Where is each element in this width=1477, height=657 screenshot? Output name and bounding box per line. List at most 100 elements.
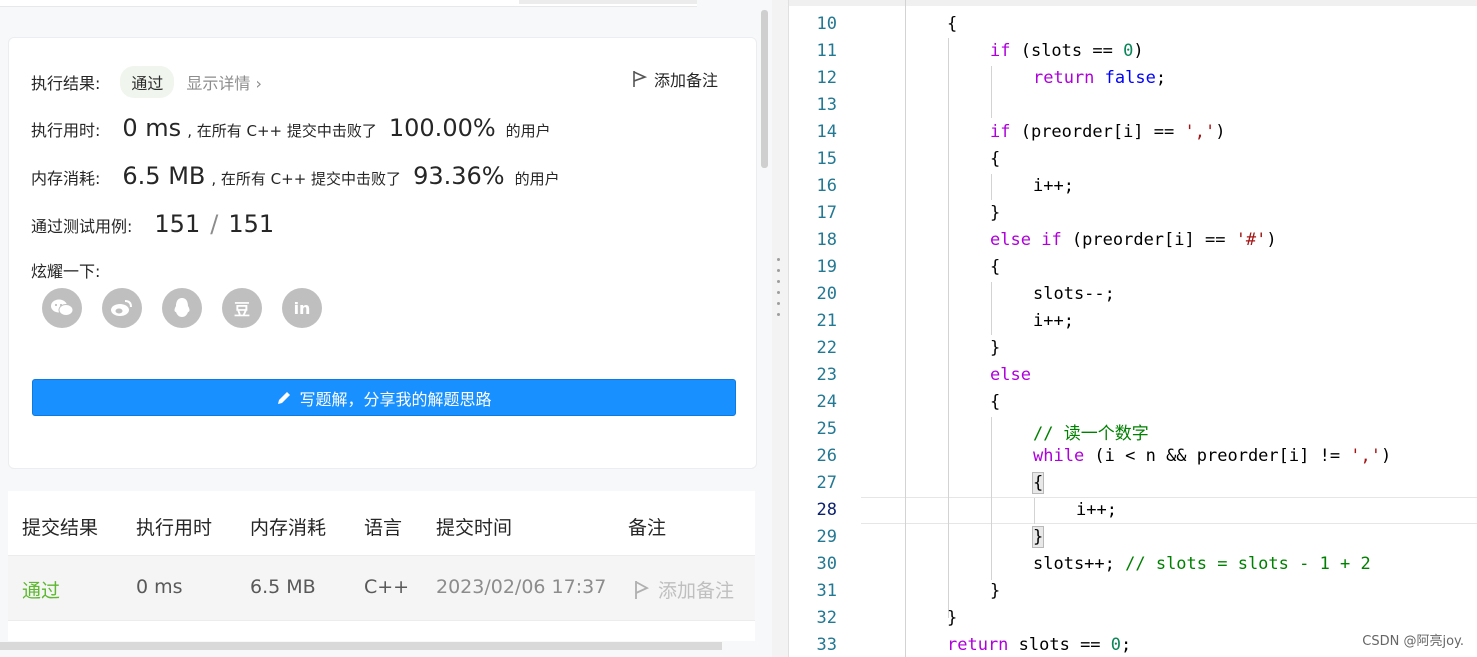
tests-label: 通过测试用例: — [31, 217, 133, 236]
line-number: 30 — [816, 554, 837, 574]
indent-guide — [991, 282, 992, 335]
submission-panel: 执行结果: 通过 显示详情 › 添加备注 执行用时: 0 ms , 在所有 C+… — [0, 0, 772, 657]
result-card: 执行结果: 通过 显示详情 › 添加备注 执行用时: 0 ms , 在所有 C+… — [8, 37, 757, 469]
indent-guide — [905, 0, 906, 657]
code-line: } — [947, 608, 958, 628]
line-number: 27 — [816, 473, 837, 493]
add-note-label: 添加备注 — [653, 71, 718, 90]
line-number: 33 — [816, 635, 837, 655]
row-time: 2023/02/06 17:37 — [436, 576, 607, 598]
write-solution-button[interactable]: 写题解，分享我的解题思路 — [32, 379, 736, 416]
result-label: 执行结果: — [31, 74, 101, 93]
submissions-table: 提交结果 执行用时 内存消耗 语言 提交时间 备注 通过 0 ms 6.5 MB… — [8, 491, 755, 641]
line-number: 24 — [816, 392, 837, 412]
runtime-row: 执行用时: 0 ms , 在所有 C++ 提交中击败了 100.00% 的用户 — [31, 114, 551, 142]
indent-guide — [948, 38, 949, 618]
code-line: { — [990, 149, 1001, 169]
line-number: 15 — [816, 149, 837, 169]
memory-beat-text: , 在所有 C++ 提交中击败了 — [211, 170, 402, 188]
line-number: 17 — [816, 203, 837, 223]
memory-label: 内存消耗: — [31, 169, 101, 188]
tests-separator: / — [210, 210, 219, 238]
memory-row: 内存消耗: 6.5 MB , 在所有 C++ 提交中击败了 93.36% 的用户 — [31, 162, 560, 190]
line-number: 29 — [816, 527, 837, 547]
editor-top-strip — [789, 0, 1477, 6]
code-line: // 读一个数字 — [1033, 424, 1149, 444]
code-line: if (preorder[i] == ',') — [990, 122, 1226, 142]
add-note-button[interactable]: 添加备注 — [632, 67, 718, 91]
code-line: i++; — [1033, 311, 1074, 331]
line-number: 13 — [816, 95, 837, 115]
line-number: 10 — [816, 14, 837, 34]
code-line: } — [990, 581, 1001, 601]
column-header-time: 提交时间 — [436, 517, 513, 539]
code-line: while (i < n && preorder[i] != ',') — [1033, 446, 1392, 466]
line-number: 11 — [816, 41, 837, 61]
tests-row: 通过测试用例: 151 / 151 — [31, 210, 274, 238]
flag-icon — [633, 71, 648, 87]
code-line: else — [990, 365, 1031, 385]
write-solution-label: 写题解，分享我的解题思路 — [299, 389, 492, 409]
linkedin-icon[interactable]: in — [282, 288, 322, 328]
code-line: { — [1031, 472, 1045, 494]
column-header-memory: 内存消耗 — [250, 517, 327, 539]
code-line: slots--; — [1033, 284, 1115, 304]
line-number: 26 — [816, 446, 837, 466]
line-number: 21 — [816, 311, 837, 331]
status-badge: 通过 — [120, 66, 175, 98]
vertical-scrollbar[interactable] — [761, 10, 768, 168]
line-number: 32 — [816, 608, 837, 628]
indent-guide — [991, 66, 992, 118]
tests-passed: 151 — [154, 210, 201, 238]
code-line: } — [990, 203, 1001, 223]
horizontal-scrollbar[interactable] — [0, 642, 722, 650]
show-details-link[interactable]: 显示详情 › — [186, 70, 262, 94]
row-add-note-label: 添加备注 — [658, 580, 735, 602]
line-number: 31 — [816, 581, 837, 601]
column-header-note: 备注 — [628, 517, 667, 539]
memory-percent: 93.36% — [413, 162, 505, 190]
douban-icon[interactable]: 豆 — [222, 288, 262, 328]
line-number: 16 — [816, 176, 837, 196]
code-line: if (slots == 0) — [990, 41, 1144, 61]
row-memory: 6.5 MB — [250, 576, 316, 598]
line-number: 20 — [816, 284, 837, 304]
code-line: return false; — [1033, 68, 1167, 88]
line-number: 19 — [816, 257, 837, 277]
code-line: else if (preorder[i] == '#') — [990, 230, 1277, 250]
row-status[interactable]: 通过 — [22, 576, 60, 603]
wechat-icon[interactable] — [42, 288, 82, 328]
line-number: 14 — [816, 122, 837, 142]
qq-icon[interactable] — [162, 288, 202, 328]
code-line: { — [947, 14, 958, 34]
top-tab-active — [519, 0, 697, 4]
code-line: } — [1031, 526, 1045, 548]
row-runtime: 0 ms — [136, 576, 183, 598]
code-line: { — [990, 392, 1001, 412]
line-number-current: 28 — [816, 500, 837, 520]
column-header-language: 语言 — [364, 517, 403, 539]
line-number: 18 — [816, 230, 837, 250]
line-number: 23 — [816, 365, 837, 385]
result-row: 执行结果: 通过 显示详情 › — [31, 66, 262, 98]
indent-guide — [991, 174, 992, 200]
tests-total: 151 — [228, 210, 275, 238]
drag-handle-icon[interactable] — [777, 258, 781, 328]
code-editor[interactable]: 10 11 12 13 14 15 16 17 18 19 20 21 22 2… — [788, 0, 1477, 657]
watermark: CSDN @阿亮joy. — [1362, 634, 1464, 649]
line-number: 25 — [816, 419, 837, 439]
code-line: return slots == 0; — [947, 635, 1132, 655]
pencil-icon — [278, 391, 291, 404]
indent-guide — [1034, 498, 1035, 524]
runtime-beat-text: , 在所有 C++ 提交中击败了 — [187, 122, 377, 140]
share-label: 炫耀一下: — [31, 262, 101, 281]
memory-value: 6.5 MB — [122, 162, 206, 190]
line-number: 22 — [816, 338, 837, 358]
weibo-icon[interactable] — [102, 288, 142, 328]
memory-suffix: 的用户 — [514, 170, 560, 188]
row-add-note-button[interactable]: 添加备注 — [634, 576, 734, 603]
pane-divider[interactable] — [772, 0, 788, 657]
table-row[interactable]: 通过 0 ms 6.5 MB C++ 2023/02/06 17:37 添加备注 — [8, 555, 755, 621]
share-icons: 豆 in — [42, 288, 322, 328]
code-line: i++; — [1033, 176, 1074, 196]
